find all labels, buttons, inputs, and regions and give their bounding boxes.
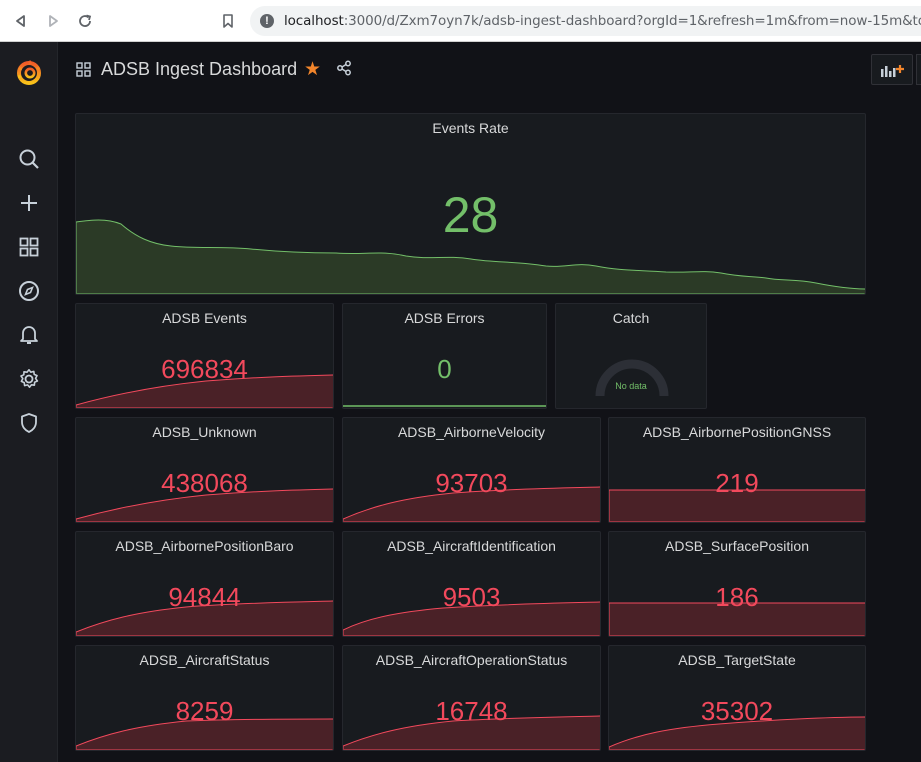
stat-value: 16748 (435, 696, 508, 726)
stat-value: 35302 (700, 696, 774, 726)
add-panel-icon (881, 64, 904, 77)
panel-adsb-aircraft-operation-status[interactable]: ADSB_AircraftOperationStatus 16748 (342, 645, 601, 751)
url-path: :3000/d/Zxm7oyn7k/adsb-ingest-dashboard?… (343, 13, 921, 29)
panel-adsb-aircraft-identification[interactable]: ADSB_AircraftIdentification 9503 (342, 531, 601, 637)
url-text: localhost:3000/d/Zxm7oyn7k/adsb-ingest-d… (284, 13, 921, 29)
forward-arrow-icon (49, 15, 58, 27)
panel-adsb-surface-position[interactable]: ADSB_SurfacePosition 186 (608, 531, 866, 637)
stat-value: 438068 (161, 468, 248, 498)
panel-adsb-errors[interactable]: ADSB Errors 0 (342, 303, 547, 409)
panel-adsb-airborne-velocity[interactable]: ADSB_AirborneVelocity 93703 (342, 417, 601, 523)
stat-value: 9503 (442, 582, 501, 612)
no-data-text: No data (615, 381, 647, 391)
stat-value: 8259 (175, 696, 234, 726)
panel-adsb-target-state[interactable]: ADSB_TargetState 35302 (608, 645, 866, 751)
address-bar[interactable]: ! localhost:3000/d/Zxm7oyn7k/adsb-ingest… (250, 6, 921, 36)
panel-title: Catch (612, 310, 650, 326)
dashboard-header: ADSB Ingest Dashboard ★ (58, 42, 921, 98)
stat-value: 186 (715, 582, 759, 612)
url-host: localhost (284, 13, 344, 29)
panel-adsb-unknown[interactable]: ADSB_Unknown 438068 (75, 417, 334, 523)
browser-toolbar: ! localhost:3000/d/Zxm7oyn7k/adsb-ingest… (0, 0, 921, 42)
explore-compass-icon[interactable] (17, 279, 41, 303)
panel-adsb-airborne-position-baro[interactable]: ADSB_AirbornePositionBaro 94844 (75, 531, 334, 637)
panel-adsb-airborne-position-gnss[interactable]: ADSB_AirbornePositionGNSS 219 (608, 417, 866, 523)
add-panel-button[interactable] (871, 54, 913, 85)
dashboard-grid-icon (76, 62, 91, 82)
dashboards-icon[interactable] (17, 235, 41, 259)
stat-value: 93703 (435, 468, 508, 498)
dashboard-title[interactable]: ADSB Ingest Dashboard (101, 59, 297, 80)
shield-icon[interactable] (17, 411, 41, 435)
back-button[interactable] (12, 12, 30, 30)
forward-button[interactable] (44, 12, 62, 30)
sidebar (0, 42, 58, 762)
panel-events-rate[interactable]: Events Rate 28 (75, 113, 866, 295)
gauge (595, 359, 669, 397)
save-dashboard-button[interactable] (916, 54, 921, 85)
panel-adsb-aircraft-status[interactable]: ADSB_AircraftStatus 8259 (75, 645, 334, 751)
stat-value: 94844 (168, 582, 241, 612)
stat-value: 219 (715, 468, 759, 498)
search-icon[interactable] (17, 147, 41, 171)
grafana-logo-icon[interactable] (14, 58, 44, 88)
alerting-bell-icon[interactable] (17, 323, 41, 347)
settings-gear-icon[interactable] (17, 367, 41, 391)
stat-value: 28 (442, 187, 499, 243)
panel-adsb-events[interactable]: ADSB Events 696834 (75, 303, 334, 409)
reload-button[interactable] (76, 12, 94, 30)
stat-value: 0 (437, 354, 452, 384)
plus-icon[interactable] (17, 191, 41, 215)
stat-value: 696834 (161, 354, 248, 384)
share-icon[interactable] (336, 60, 352, 81)
reload-icon (79, 14, 92, 27)
panel-catch[interactable]: Catch No data (555, 303, 707, 409)
back-arrow-icon (16, 15, 25, 27)
favorite-star-icon[interactable]: ★ (304, 58, 321, 81)
bookmark-button[interactable] (219, 12, 237, 30)
site-info-icon[interactable]: ! (260, 14, 274, 28)
bookmark-icon (223, 14, 233, 28)
